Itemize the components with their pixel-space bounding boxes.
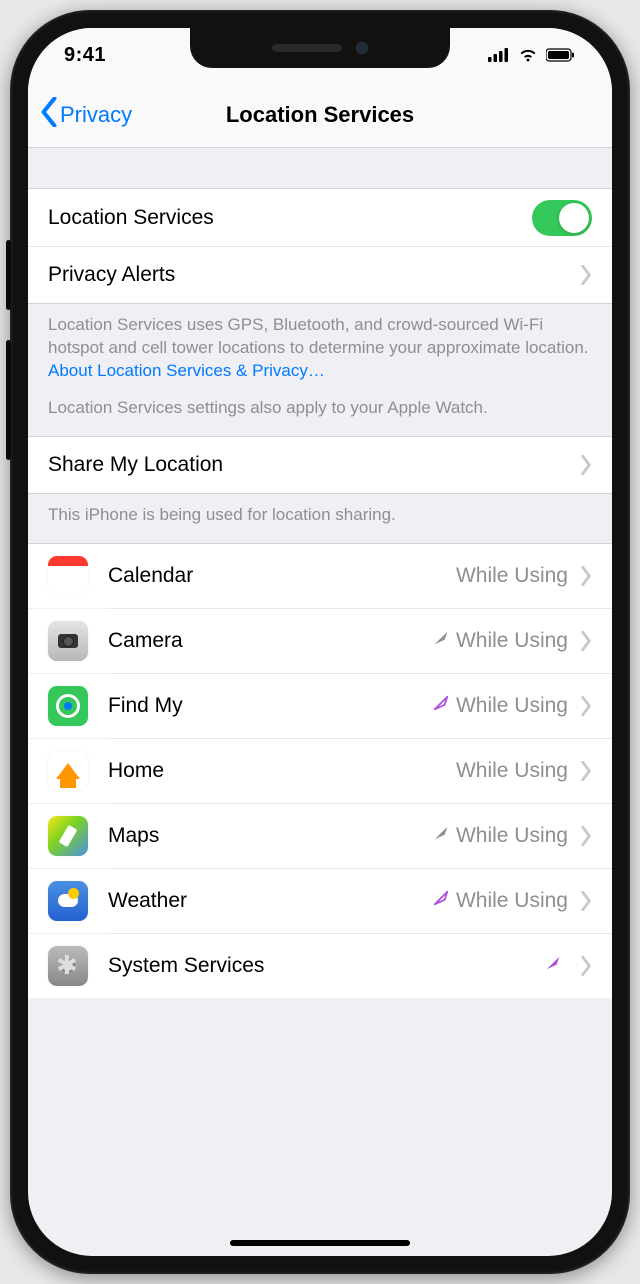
app-row-system[interactable]: System Services [28, 934, 612, 998]
app-name: System Services [108, 954, 544, 978]
chevron-right-icon [580, 631, 592, 651]
home-indicator[interactable] [230, 1240, 410, 1246]
findmy-app-icon [48, 686, 88, 726]
app-row-weather[interactable]: WeatherWhile Using [28, 869, 612, 933]
toggle-label: Location Services [48, 206, 532, 230]
weather-app-icon [48, 881, 88, 921]
camera-app-icon [48, 621, 88, 661]
nav-bar: Privacy Location Services [28, 82, 612, 148]
app-permission: While Using [432, 694, 568, 718]
app-name: Maps [108, 824, 432, 848]
wifi-icon [518, 48, 538, 62]
app-row-findmy[interactable]: Find MyWhile Using [28, 674, 612, 738]
location-services-description: Location Services uses GPS, Bluetooth, a… [28, 304, 612, 436]
system-app-icon [48, 946, 88, 986]
battery-icon [546, 48, 576, 62]
app-permission: While Using [456, 564, 568, 588]
app-name: Camera [108, 629, 432, 653]
chevron-right-icon [580, 696, 592, 716]
share-location-label: Share My Location [48, 453, 568, 477]
privacy-alerts-row[interactable]: Privacy Alerts [28, 246, 612, 304]
app-row-camera[interactable]: CameraWhile Using [28, 609, 612, 673]
location-services-toggle-row[interactable]: Location Services [28, 188, 612, 246]
about-privacy-link[interactable]: About Location Services & Privacy… [48, 361, 325, 380]
chevron-right-icon [580, 761, 592, 781]
location-services-toggle[interactable] [532, 200, 592, 236]
apps-list: CalendarWhile UsingCameraWhile UsingFind… [28, 543, 612, 998]
home-app-icon [48, 751, 88, 791]
page-title: Location Services [226, 102, 414, 128]
chevron-left-icon [40, 97, 58, 133]
app-permission [544, 954, 568, 978]
chevron-right-icon [580, 566, 592, 586]
status-time: 9:41 [64, 44, 106, 67]
calendar-app-icon [48, 556, 88, 596]
location-arrow-icon [432, 629, 450, 653]
location-arrow-icon [544, 954, 562, 978]
device-notch [190, 28, 450, 68]
status-icons [488, 48, 576, 62]
chevron-right-icon [580, 891, 592, 911]
app-name: Find My [108, 694, 432, 718]
app-name: Weather [108, 889, 432, 913]
cellular-icon [488, 48, 510, 62]
app-row-calendar[interactable]: CalendarWhile Using [28, 544, 612, 608]
back-button[interactable]: Privacy [40, 97, 132, 133]
app-row-home[interactable]: HomeWhile Using [28, 739, 612, 803]
location-arrow-icon [432, 824, 450, 848]
chevron-right-icon [580, 265, 592, 285]
chevron-right-icon [580, 455, 592, 475]
location-arrow-icon [432, 694, 450, 718]
app-permission: While Using [432, 824, 568, 848]
back-label: Privacy [60, 102, 132, 128]
app-row-maps[interactable]: MapsWhile Using [28, 804, 612, 868]
app-permission: While Using [432, 629, 568, 653]
privacy-alerts-label: Privacy Alerts [48, 263, 568, 287]
chevron-right-icon [580, 826, 592, 846]
maps-app-icon [48, 816, 88, 856]
chevron-right-icon [580, 956, 592, 976]
location-arrow-icon [432, 889, 450, 913]
app-permission: While Using [432, 889, 568, 913]
app-name: Home [108, 759, 456, 783]
app-name: Calendar [108, 564, 456, 588]
app-permission: While Using [456, 759, 568, 783]
content: Location Services Privacy Alerts Locatio… [28, 148, 612, 998]
share-my-location-row[interactable]: Share My Location [28, 436, 612, 494]
share-location-footer: This iPhone is being used for location s… [28, 494, 612, 543]
